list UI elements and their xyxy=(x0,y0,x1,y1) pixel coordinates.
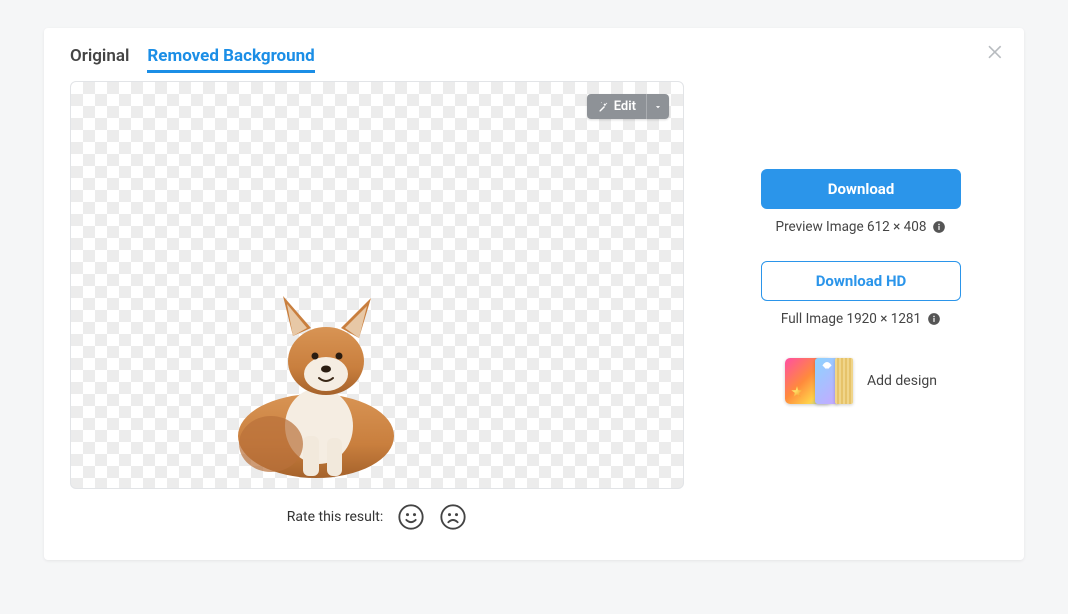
add-design-label: Add design xyxy=(867,373,937,389)
edit-button-label: Edit xyxy=(614,99,636,114)
full-dimensions: Full Image 1920 × 1281 xyxy=(781,311,941,327)
tab-removed-background[interactable]: Removed Background xyxy=(147,46,314,73)
wand-icon xyxy=(597,101,609,113)
preview-column: Edit xyxy=(70,81,684,531)
download-button[interactable]: Download xyxy=(761,169,961,209)
rating-prompt: Rate this result: xyxy=(287,509,383,525)
design-thumb-3 xyxy=(835,358,853,404)
frown-icon xyxy=(439,503,467,531)
preview-dimensions-label: Preview Image 612 × 408 xyxy=(776,219,927,235)
edit-dropdown-button[interactable] xyxy=(647,94,669,119)
design-thumbnails xyxy=(785,357,853,405)
info-icon[interactable] xyxy=(927,312,941,326)
smile-icon xyxy=(397,503,425,531)
preview-dimensions: Preview Image 612 × 408 xyxy=(776,219,947,235)
full-dimensions-label: Full Image 1920 × 1281 xyxy=(781,311,921,327)
result-image xyxy=(211,266,431,486)
tab-original[interactable]: Original xyxy=(70,46,129,70)
content-row: Edit xyxy=(70,81,998,531)
actions-column: Download Preview Image 612 × 408 Downloa… xyxy=(724,81,998,531)
rate-bad-button[interactable] xyxy=(439,503,467,531)
info-icon[interactable] xyxy=(932,220,946,234)
close-button[interactable] xyxy=(986,42,1006,62)
rating-row: Rate this result: xyxy=(70,503,684,531)
add-design-button[interactable]: Add design xyxy=(785,357,937,405)
result-card: Original Removed Background Edit xyxy=(44,28,1024,560)
tabs: Original Removed Background xyxy=(70,46,998,73)
edit-button-group: Edit xyxy=(587,94,669,119)
preview-frame: Edit xyxy=(70,81,684,489)
close-icon xyxy=(986,42,1006,62)
download-hd-button[interactable]: Download HD xyxy=(761,261,961,301)
chevron-down-icon xyxy=(653,102,663,112)
edit-button[interactable]: Edit xyxy=(587,94,647,119)
rate-good-button[interactable] xyxy=(397,503,425,531)
